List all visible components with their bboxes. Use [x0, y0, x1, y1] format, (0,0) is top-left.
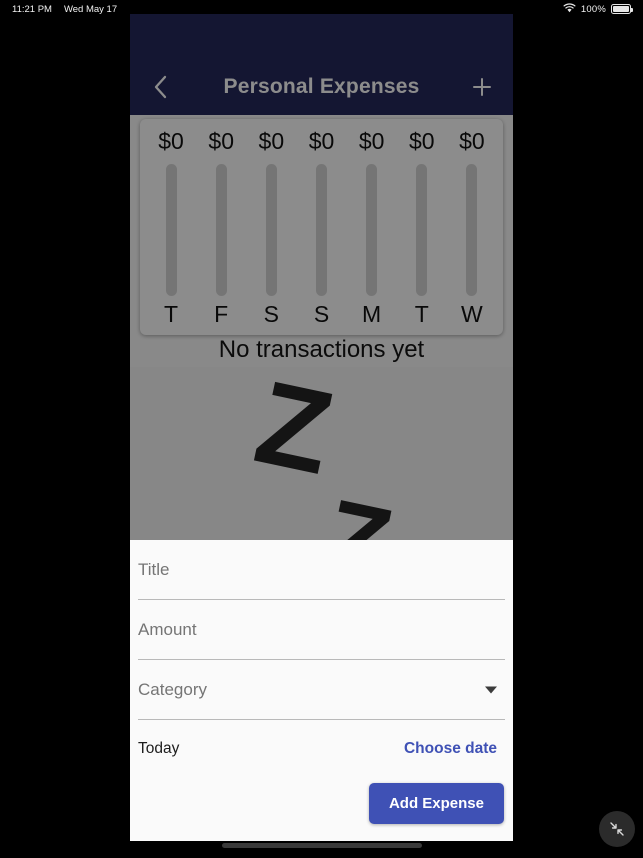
- bar-track: [265, 163, 277, 296]
- sleep-z-icon: Z: [314, 477, 401, 542]
- bar-day-label: F: [214, 300, 229, 327]
- empty-state-illustration: Z Z: [130, 367, 513, 542]
- chevron-left-icon: [154, 75, 167, 99]
- status-bar-right: 100%: [563, 2, 633, 16]
- bar-amount-label: $0: [208, 128, 234, 154]
- bar-amount-label: $0: [158, 128, 184, 154]
- empty-state-title: No transactions yet: [218, 336, 425, 363]
- back-button[interactable]: [144, 70, 178, 104]
- bar-track: [366, 163, 378, 296]
- add-transaction-button[interactable]: [465, 70, 499, 104]
- choose-date-button[interactable]: Choose date: [404, 740, 505, 758]
- submit-row: Add Expense: [138, 783, 505, 824]
- bar-day-label: S: [263, 300, 280, 327]
- bar-amount-label: $0: [459, 128, 485, 154]
- bar-track: [315, 163, 327, 296]
- bar-day-label: M: [362, 300, 382, 327]
- app-bar-row: Personal Expenses: [130, 59, 513, 115]
- status-bar-time: 11:21 PM: [12, 3, 52, 15]
- battery-percentage: 100%: [580, 3, 606, 15]
- bar-track: [416, 163, 428, 296]
- collapse-arrows-icon: [610, 822, 624, 836]
- bar-amount-label: $0: [408, 128, 435, 154]
- bar-track: [165, 163, 177, 296]
- bar-day-label: W: [461, 300, 483, 327]
- bar-day-label: S: [313, 300, 330, 327]
- chevron-down-icon[interactable]: [485, 686, 497, 693]
- status-bar-date: Wed May 17: [63, 3, 118, 15]
- battery-full-icon: [611, 4, 633, 14]
- add-expense-button[interactable]: Add Expense: [368, 783, 504, 824]
- chart-bar-column[interactable]: $0 S: [296, 127, 346, 327]
- bar-track: [466, 163, 478, 296]
- chart-bar-column[interactable]: $0 S: [246, 127, 296, 327]
- chart-bar-column[interactable]: $0 M: [347, 127, 397, 327]
- home-indicator[interactable]: [221, 843, 422, 848]
- sleep-z-icon: Z: [245, 367, 344, 501]
- phone-app-frame: Personal Expenses $0 T $0 F $0 S $0 S $0…: [130, 14, 513, 841]
- bar-day-label: T: [164, 300, 179, 327]
- date-row: Today Choose date: [138, 720, 505, 778]
- collapse-window-button[interactable]: [599, 811, 635, 847]
- plus-icon: [473, 78, 491, 96]
- weekly-chart-card: $0 T $0 F $0 S $0 S $0 M $0 T $0 W: [140, 119, 503, 335]
- chart-bar-column[interactable]: $0 F: [196, 127, 246, 327]
- add-expense-sheet: Category Today Choose date Add Expense: [130, 540, 513, 841]
- status-bar-left: 11:21 PM Wed May 17: [12, 4, 117, 15]
- chart-bar-column[interactable]: $0 T: [146, 127, 196, 327]
- bar-amount-label: $0: [358, 128, 385, 154]
- chart-bar-column[interactable]: $0 W: [447, 127, 497, 327]
- bar-amount-label: $0: [258, 128, 285, 154]
- title-input[interactable]: [138, 559, 505, 580]
- amount-field-row[interactable]: [138, 600, 505, 660]
- bar-day-label: T: [414, 300, 429, 327]
- amount-input[interactable]: [138, 619, 505, 640]
- app-bar: Personal Expenses: [130, 14, 513, 115]
- chart-bar-column[interactable]: $0 T: [397, 127, 447, 327]
- category-selected-value: Category: [138, 679, 207, 699]
- bar-track: [215, 163, 227, 296]
- system-status-bar: 11:21 PM Wed May 17 100%: [0, 0, 643, 18]
- bar-amount-label: $0: [308, 128, 335, 154]
- wifi-icon: [563, 2, 576, 16]
- chart-bars: $0 T $0 F $0 S $0 S $0 M $0 T $0 W: [146, 127, 497, 327]
- category-dropdown[interactable]: Category: [138, 660, 505, 720]
- selected-date-label: Today: [138, 740, 180, 757]
- title-field-row[interactable]: [138, 540, 505, 600]
- app-bar-title: Personal Expenses: [223, 75, 420, 98]
